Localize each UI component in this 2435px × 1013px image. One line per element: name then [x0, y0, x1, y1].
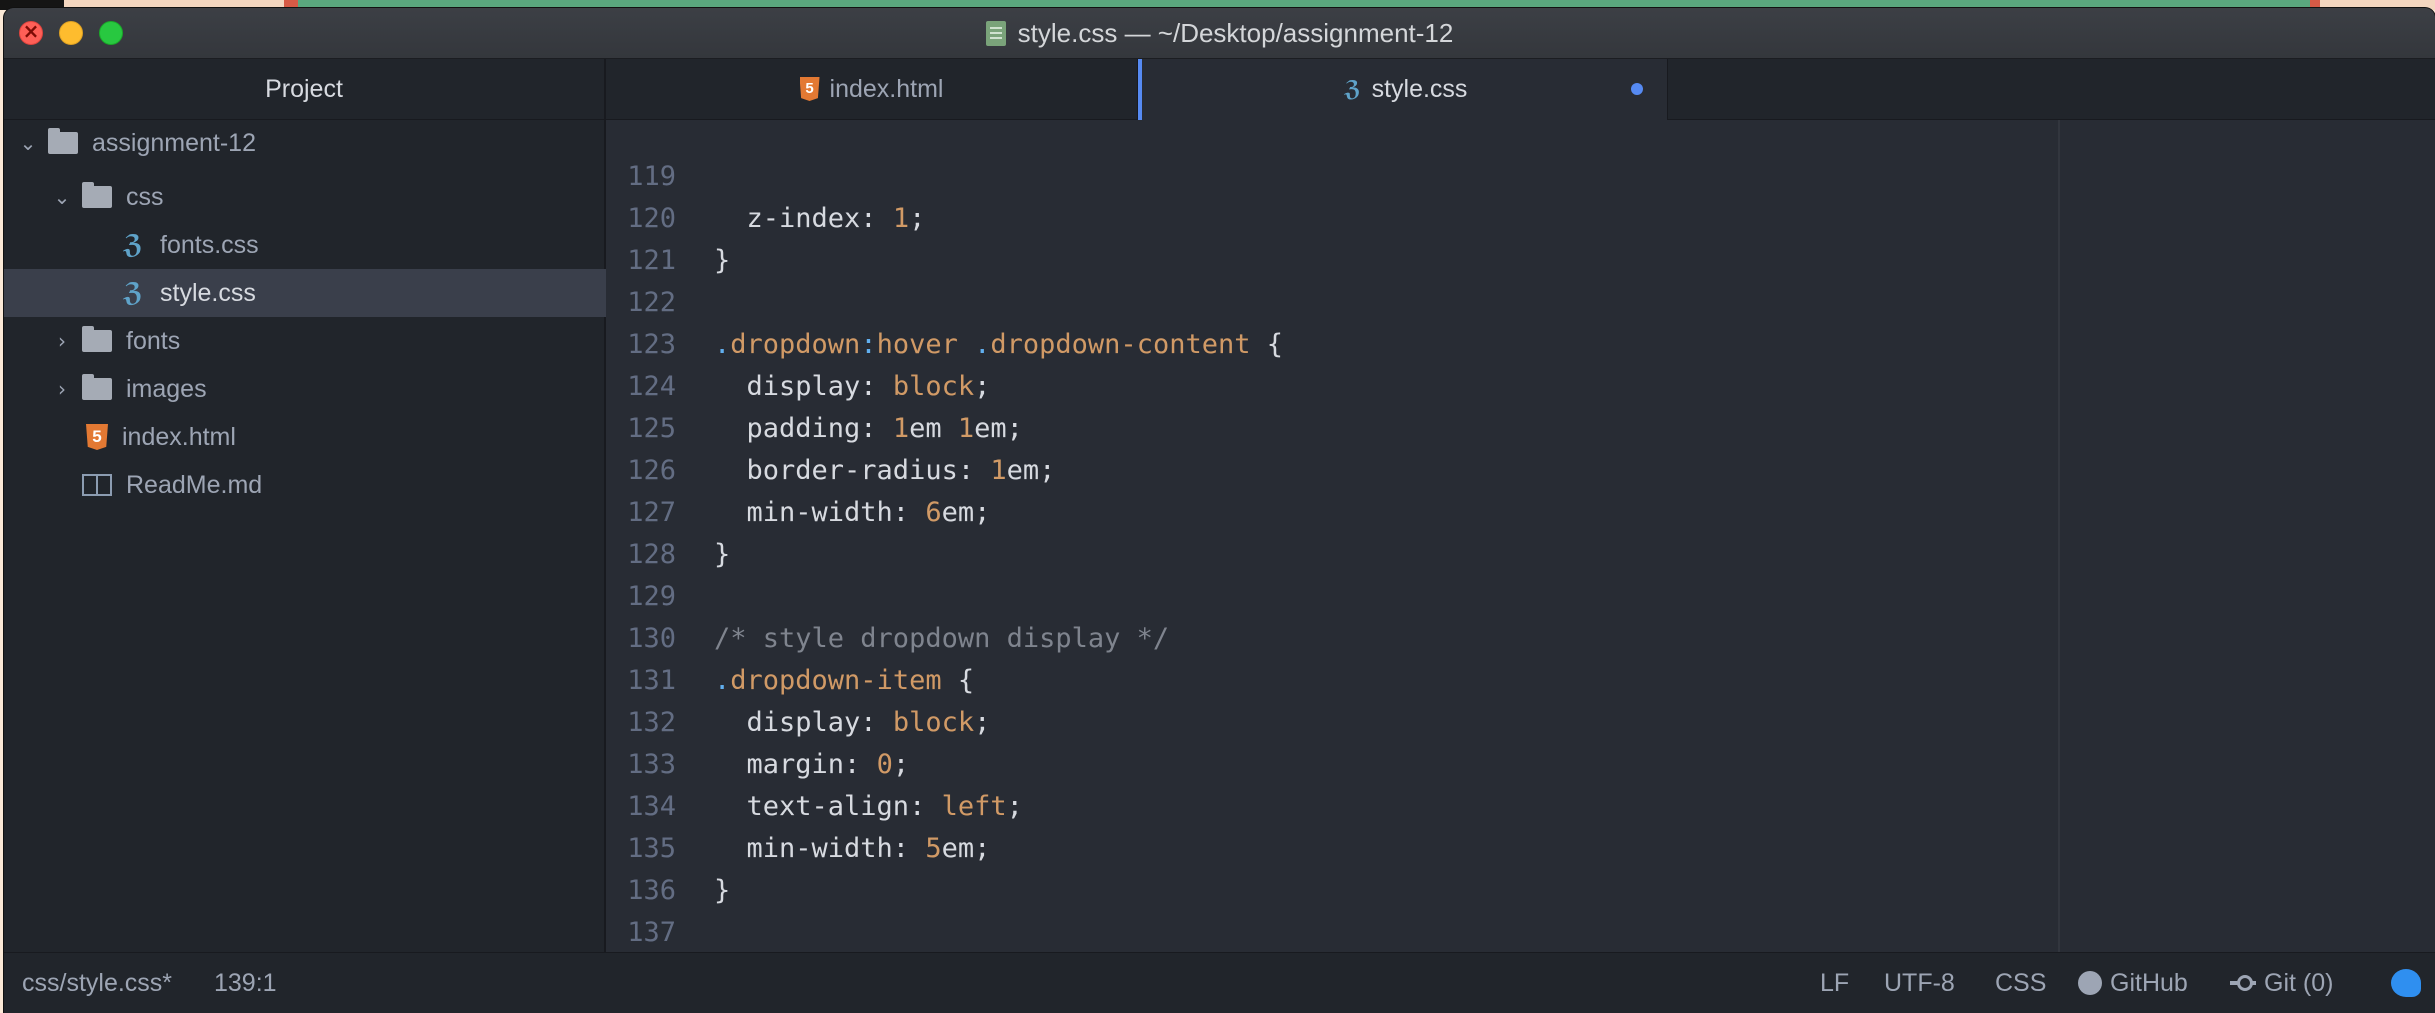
tree-item-images[interactable]: › images — [4, 365, 652, 413]
tree-item-label: ReadMe.md — [126, 470, 263, 499]
code-text: display: block; — [714, 707, 991, 738]
code-line: 128 — [606, 492, 704, 570]
code-line: 129 /* style dropdown display */ — [606, 534, 1169, 654]
code-line: 121 — [606, 198, 704, 276]
code-text: .dropdown:hover .dropdown-content { — [714, 329, 1283, 360]
code-text: display: block; — [714, 371, 991, 402]
tree-item-label: css — [126, 182, 164, 211]
code-line: 136 — [606, 828, 704, 906]
tab-label: index.html — [829, 74, 944, 103]
code-text: } — [714, 875, 731, 906]
folder-icon — [82, 374, 112, 400]
modified-indicator[interactable] — [1631, 83, 1643, 95]
tree-item-label: images — [126, 374, 207, 403]
chevron-right-icon[interactable]: › — [52, 329, 72, 353]
book-icon — [82, 474, 112, 496]
code-text: } — [714, 245, 731, 276]
status-encoding[interactable]: UTF-8 — [1884, 953, 1955, 1013]
code-text: min-width: 5em; — [714, 833, 991, 864]
css3-icon: ℨ — [123, 278, 143, 308]
chevron-right-icon[interactable]: › — [52, 377, 72, 401]
folder-icon — [48, 128, 78, 154]
document-icon — [985, 20, 1006, 46]
status-github[interactable]: GitHub — [2078, 953, 2188, 1013]
code-line: 119 z-index: 1; — [606, 120, 925, 234]
tab-style-css[interactable]: ℨ style.css — [1138, 59, 1668, 120]
tab-label: style.css — [1371, 75, 1468, 103]
code-line: 131 display: block; — [606, 618, 990, 738]
code-text: padding: 1em 1em; — [714, 413, 1023, 444]
chevron-down-icon[interactable]: ⌄ — [18, 131, 38, 155]
tree-item-label: fonts — [126, 326, 181, 355]
status-cursor-position[interactable]: 139:1 — [214, 953, 277, 1013]
title-bar: style.css — ~/Desktop/assignment-12 — [4, 8, 2435, 59]
code-text: margin: 0; — [714, 749, 910, 780]
status-file-path[interactable]: css/style.css* — [22, 953, 172, 1013]
project-tree-panel: Project ⌄ assignment-12 ⌄ css ℨ fonts.cs… — [4, 59, 720, 952]
git-label: Git (0) — [2264, 969, 2334, 997]
code-editor[interactable]: 119 z-index: 1; 120 } 121 122 .dropdown:… — [606, 120, 2435, 952]
css3-icon: ℨ — [123, 230, 143, 260]
code-line: 127 } — [606, 450, 730, 570]
code-comment: /* style dropdown display */ — [714, 623, 1170, 654]
tree-item-label: fonts.css — [160, 230, 259, 259]
tree-item-readme[interactable]: ReadMe.md — [4, 461, 682, 509]
html5-icon: 5 — [86, 424, 108, 450]
html5-icon: 5 — [799, 77, 820, 101]
tree-item-assignment-12[interactable]: ⌄ assignment-12 — [4, 119, 618, 167]
wrap-guide — [2058, 120, 2060, 952]
tree-item-label: style.css — [160, 278, 256, 307]
window-title: style.css — ~/Desktop/assignment-12 — [1017, 17, 1454, 48]
github-icon — [2078, 971, 2102, 995]
atom-window: style.css — ~/Desktop/assignment-12 Proj… — [4, 8, 2435, 1013]
tree-item-fonts[interactable]: › fonts — [4, 317, 652, 365]
code-line: 135 } — [606, 786, 730, 906]
code-line: 134 min-width: 5em; — [606, 744, 990, 864]
window-title-wrap: style.css — ~/Desktop/assignment-12 — [4, 8, 2435, 58]
chevron-down-icon[interactable]: ⌄ — [52, 185, 72, 209]
code-text: min-width: 6em; — [714, 497, 991, 528]
folder-icon — [82, 182, 112, 208]
status-git[interactable]: Git (0) — [2230, 953, 2333, 1013]
code-line: 124 padding: 1em 1em; — [606, 324, 1023, 444]
code-line: 125 border-radius: 1em; — [606, 366, 1055, 486]
code-text: text-align: left; — [714, 791, 1023, 822]
tab-index-html[interactable]: 5 index.html — [606, 59, 1138, 119]
status-bar: css/style.css* 139:1 LF UTF-8 CSS GitHub… — [4, 952, 2435, 1013]
code-line: 137 .dropdown-item:hover, .dropdown-item… — [606, 870, 704, 948]
tree-item-css[interactable]: ⌄ css — [4, 173, 652, 221]
code-text: z-index: 1; — [714, 203, 926, 234]
code-line: 130 .dropdown-item { — [606, 576, 974, 696]
code-text: } — [714, 539, 731, 570]
code-line: 126 min-width: 6em; — [606, 408, 990, 528]
github-label: GitHub — [2110, 969, 2188, 997]
code-text: border-radius: 1em; — [714, 455, 1056, 486]
code-line: 122 .dropdown:hover .dropdown-content { — [606, 240, 1283, 360]
code-line: 138 color: #cd5c5c; — [606, 912, 704, 952]
code-line: 133 text-align: left; — [606, 702, 1023, 822]
git-commit-icon — [2230, 975, 2256, 991]
folder-icon — [82, 326, 112, 352]
code-text: .dropdown-item { — [714, 665, 975, 696]
tree-item-index-html[interactable]: 5 index.html — [4, 413, 686, 461]
squirrel-update-icon[interactable] — [2391, 969, 2421, 997]
tab-bar: 5 index.html ℨ style.css — [606, 59, 2435, 120]
project-panel-header[interactable]: Project — [4, 59, 604, 120]
tree-item-label: index.html — [122, 422, 236, 451]
status-grammar[interactable]: CSS — [1995, 953, 2046, 1013]
code-line: 123 display: block; — [606, 282, 990, 402]
tree-item-label: assignment-12 — [92, 128, 256, 157]
code-line: 120 } — [606, 156, 730, 276]
css3-icon: ℨ — [1344, 76, 1361, 102]
status-line-ending[interactable]: LF — [1820, 953, 1849, 1013]
code-line: 132 margin: 0; — [606, 660, 909, 780]
